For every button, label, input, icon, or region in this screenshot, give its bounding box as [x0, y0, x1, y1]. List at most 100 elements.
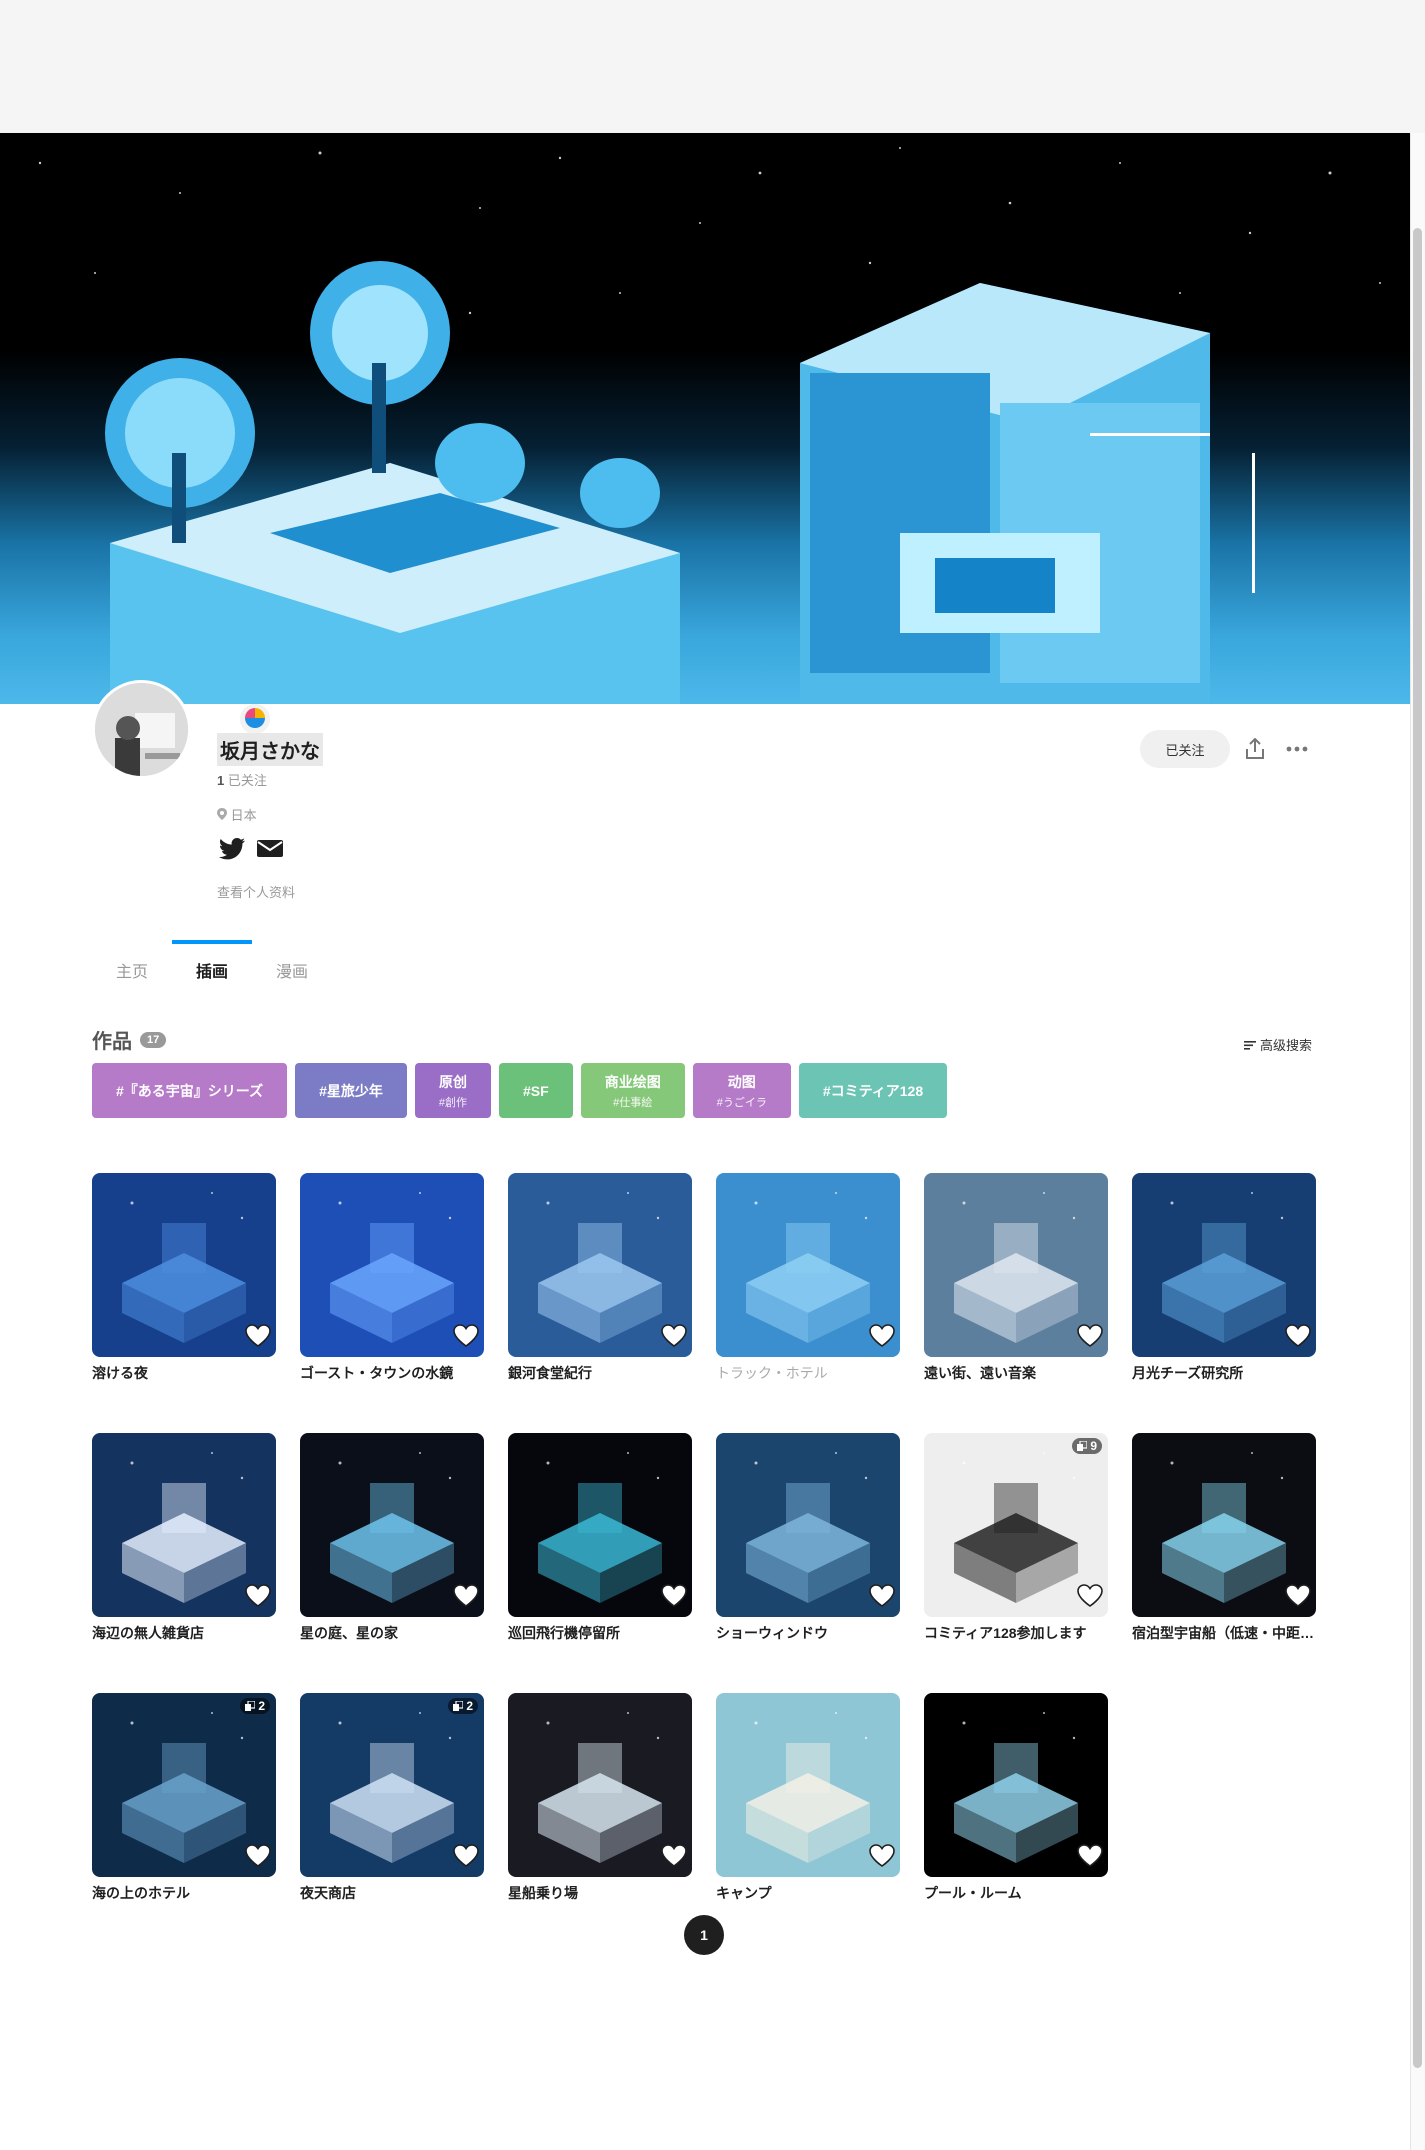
artwork-title[interactable]: 星の庭、星の家	[300, 1623, 484, 1643]
like-heart-icon[interactable]	[1077, 1844, 1103, 1873]
scrollbar-thumb[interactable]	[1413, 228, 1422, 2068]
works-count: 17	[140, 1031, 167, 1048]
artwork-card[interactable]: キャンプ	[716, 1693, 900, 1903]
share-button[interactable]	[1240, 734, 1270, 764]
like-heart-icon[interactable]	[1077, 1584, 1103, 1613]
tag-chip[interactable]: #SF	[499, 1063, 573, 1118]
following-button[interactable]: 已关注	[1140, 730, 1230, 768]
artwork-thumbnail[interactable]	[508, 1173, 692, 1357]
page-count: 2	[258, 1699, 265, 1713]
more-button[interactable]	[1282, 734, 1312, 764]
twitter-icon[interactable]	[219, 838, 245, 860]
artwork-card[interactable]: 星船乗り場	[508, 1693, 692, 1903]
artwork-card[interactable]: 銀河食堂紀行	[508, 1173, 692, 1383]
artwork-thumbnail[interactable]	[508, 1693, 692, 1877]
like-heart-icon[interactable]	[453, 1324, 479, 1353]
artwork-thumbnail[interactable]	[92, 1433, 276, 1617]
like-heart-icon[interactable]	[661, 1584, 687, 1613]
artwork-thumbnail[interactable]	[716, 1693, 900, 1877]
tab-home[interactable]: 主页	[92, 940, 172, 986]
mail-icon[interactable]	[257, 838, 283, 858]
artwork-thumbnail[interactable]	[1132, 1173, 1316, 1357]
like-heart-icon[interactable]	[245, 1584, 271, 1613]
following-label: 已关注	[227, 773, 267, 788]
artwork-title[interactable]: 月光チーズ研究所	[1132, 1363, 1316, 1383]
artwork-title[interactable]: 海の上のホテル	[92, 1883, 276, 1903]
artwork-card[interactable]: トラック・ホテル	[716, 1173, 900, 1383]
view-profile-link[interactable]: 查看个人资料	[217, 882, 295, 901]
artwork-thumbnail[interactable]: 2	[92, 1693, 276, 1877]
like-heart-icon[interactable]	[245, 1844, 271, 1873]
artwork-card[interactable]: 2 海の上のホテル	[92, 1693, 276, 1903]
like-heart-icon[interactable]	[1285, 1324, 1311, 1353]
artwork-card[interactable]: ショーウィンドウ	[716, 1433, 900, 1643]
like-heart-icon[interactable]	[869, 1584, 895, 1613]
tab-manga[interactable]: 漫画	[252, 940, 332, 986]
artwork-card[interactable]: 海辺の無人雑貨店	[92, 1433, 276, 1643]
artwork-title[interactable]: 巡回飛行機停留所	[508, 1623, 692, 1643]
artwork-card[interactable]: 宿泊型宇宙船（低速・中距離）	[1132, 1433, 1316, 1643]
artwork-title[interactable]: ショーウィンドウ	[716, 1623, 900, 1643]
profile-tabs: 主页 插画 漫画	[92, 940, 332, 986]
artwork-card[interactable]: 2 夜天商店	[300, 1693, 484, 1903]
artwork-card[interactable]: 星の庭、星の家	[300, 1433, 484, 1643]
tag-label: #SF	[523, 1082, 549, 1099]
artwork-card[interactable]: プール・ルーム	[924, 1693, 1108, 1903]
artwork-thumbnail[interactable]: 9	[924, 1433, 1108, 1617]
artwork-thumbnail[interactable]	[716, 1173, 900, 1357]
page-count: 9	[1090, 1439, 1097, 1453]
artwork-card[interactable]: 月光チーズ研究所	[1132, 1173, 1316, 1383]
tag-chip[interactable]: #『ある宇宙』シリーズ	[92, 1063, 288, 1118]
artwork-card[interactable]: 巡回飛行機停留所	[508, 1433, 692, 1643]
following-number: 1	[217, 773, 225, 788]
artwork-thumbnail[interactable]	[716, 1433, 900, 1617]
artwork-title[interactable]: 海辺の無人雑貨店	[92, 1623, 276, 1643]
artwork-thumbnail[interactable]	[92, 1173, 276, 1357]
like-heart-icon[interactable]	[661, 1324, 687, 1353]
artwork-thumbnail[interactable]	[924, 1693, 1108, 1877]
like-heart-icon[interactable]	[661, 1844, 687, 1873]
artwork-title[interactable]: プール・ルーム	[924, 1883, 1108, 1903]
following-count[interactable]: 1 已关注	[217, 770, 267, 789]
artwork-thumbnail[interactable]	[300, 1173, 484, 1357]
artwork-title[interactable]: 宿泊型宇宙船（低速・中距離）	[1132, 1623, 1316, 1643]
artwork-card[interactable]: 溶ける夜	[92, 1173, 276, 1383]
tab-illustrations[interactable]: 插画	[172, 940, 252, 986]
advanced-search-link[interactable]: 高级搜索	[1244, 1035, 1312, 1054]
like-heart-icon[interactable]	[453, 1584, 479, 1613]
artwork-thumbnail[interactable]: 2	[300, 1693, 484, 1877]
like-heart-icon[interactable]	[1077, 1324, 1103, 1353]
artwork-card[interactable]: 9 コミティア128参加します	[924, 1433, 1108, 1643]
artwork-title[interactable]: 夜天商店	[300, 1883, 484, 1903]
scrollbar-track[interactable]	[1410, 133, 1425, 2150]
like-heart-icon[interactable]	[245, 1324, 271, 1353]
artwork-thumbnail[interactable]	[924, 1173, 1108, 1357]
tag-chip[interactable]: 商业绘图 #仕事絵	[580, 1063, 685, 1118]
artwork-title[interactable]: キャンプ	[716, 1883, 900, 1903]
artwork-card[interactable]: ゴースト・タウンの水鏡	[300, 1173, 484, 1383]
like-heart-icon[interactable]	[1285, 1584, 1311, 1613]
artwork-title[interactable]: 溶ける夜	[92, 1363, 276, 1383]
location-text: 日本	[230, 808, 257, 823]
artwork-title[interactable]: コミティア128参加します	[924, 1623, 1108, 1643]
tag-chip[interactable]: 动图 #うごイラ	[692, 1063, 791, 1118]
artwork-thumbnail[interactable]	[508, 1433, 692, 1617]
avatar[interactable]	[92, 680, 191, 779]
like-heart-icon[interactable]	[869, 1324, 895, 1353]
page-count-badge: 9	[1072, 1438, 1102, 1454]
like-heart-icon[interactable]	[453, 1844, 479, 1873]
pagination-page-1[interactable]: 1	[684, 1915, 724, 1955]
artwork-title[interactable]: 星船乗り場	[508, 1883, 692, 1903]
top-navbar	[0, 0, 1425, 133]
artwork-title[interactable]: ゴースト・タウンの水鏡	[300, 1363, 484, 1383]
tag-chip[interactable]: #コミティア128	[798, 1063, 948, 1118]
artwork-title[interactable]: 遠い街、遠い音楽	[924, 1363, 1108, 1383]
like-heart-icon[interactable]	[869, 1844, 895, 1873]
artwork-title[interactable]: 銀河食堂紀行	[508, 1363, 692, 1383]
artwork-title[interactable]: トラック・ホテル	[716, 1363, 900, 1383]
artwork-thumbnail[interactable]	[1132, 1433, 1316, 1617]
tag-chip[interactable]: #星旅少年	[295, 1063, 407, 1118]
artwork-thumbnail[interactable]	[300, 1433, 484, 1617]
tag-chip[interactable]: 原创 #創作	[414, 1063, 492, 1118]
artwork-card[interactable]: 遠い街、遠い音楽	[924, 1173, 1108, 1383]
